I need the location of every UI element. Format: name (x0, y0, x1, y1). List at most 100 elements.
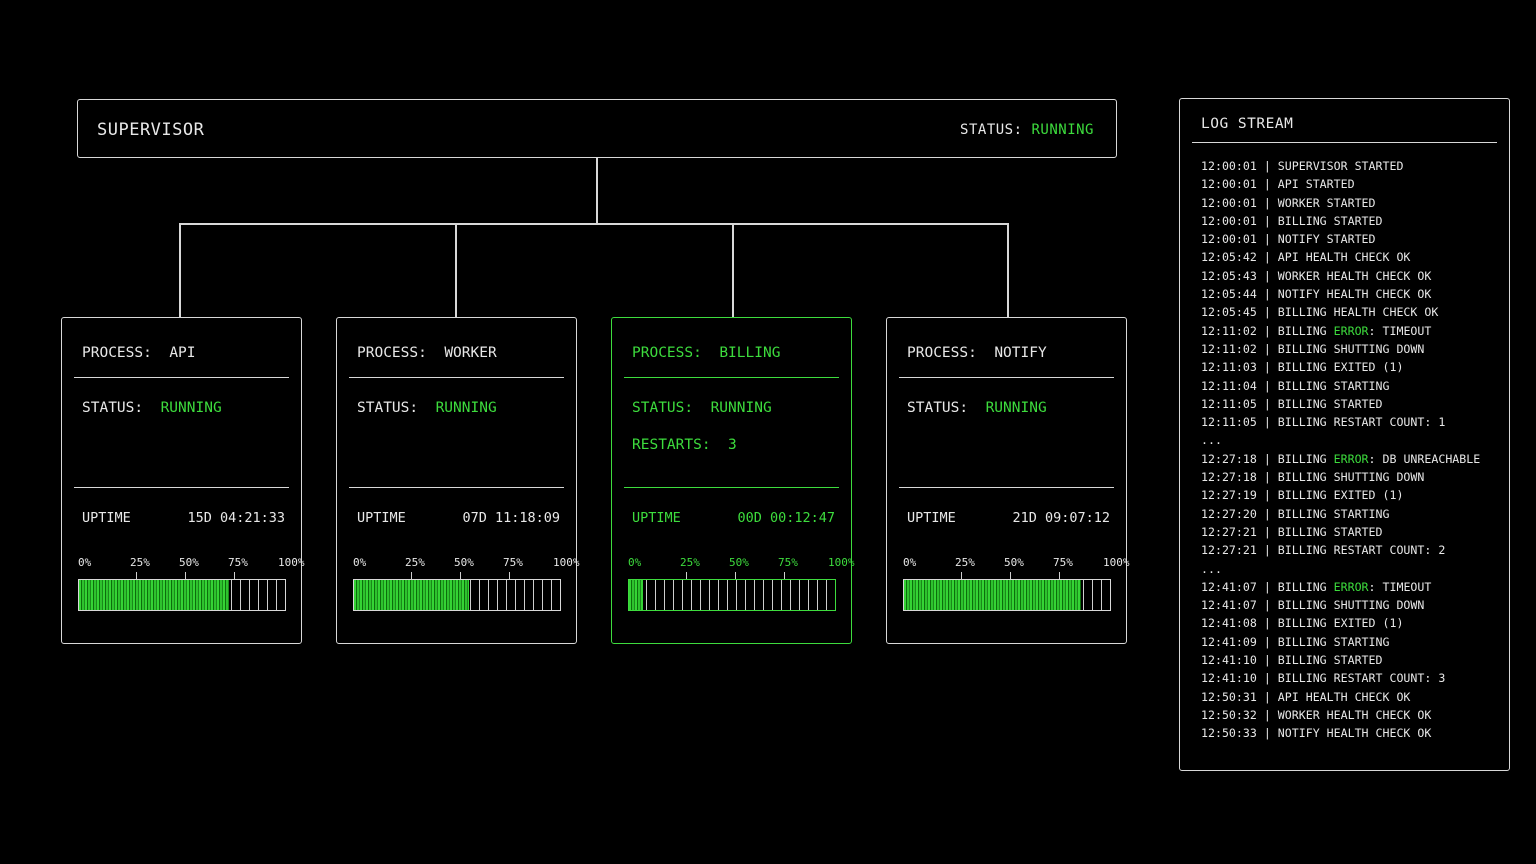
uptime-label: UPTIME (82, 510, 131, 526)
log-message: API HEALTH CHECK OK (1277, 689, 1411, 704)
log-message: WORKER HEALTH CHECK OK (1277, 707, 1432, 722)
progress-tick-label: 0% (903, 556, 917, 569)
log-message: BILLING STARTING (1277, 506, 1390, 521)
log-separator: | (1263, 195, 1271, 210)
log-message: BILLING (1277, 451, 1334, 466)
progress-tick-label: 25% (130, 556, 150, 569)
process-restarts: RESTARTS: 3 (632, 437, 737, 453)
card-divider (349, 487, 564, 488)
process-status: STATUS: RUNNING (907, 400, 1047, 416)
log-message: BILLING SHUTTING DOWN (1277, 341, 1425, 356)
log-time: 12:05:44 (1201, 287, 1257, 302)
log-message: WORKER STARTED (1277, 195, 1376, 210)
log-message: BILLING SHUTTING DOWN (1277, 598, 1425, 613)
log-line: 12:50:32 | WORKER HEALTH CHECK OK (1201, 706, 1511, 724)
log-separator: | (1263, 250, 1271, 265)
uptime-progress-bar (78, 579, 286, 611)
log-time: 12:05:45 (1201, 305, 1257, 320)
process-title: PROCESS: BILLING (632, 345, 780, 361)
card-divider (74, 377, 289, 378)
process-card-notify[interactable]: PROCESS: NOTIFY STATUS: RUNNING UPTIME 21D … (886, 317, 1130, 644)
log-separator: | (1263, 524, 1271, 539)
process-status-label: STATUS: (357, 400, 419, 416)
log-time: 12:41:10 (1201, 653, 1257, 668)
tree-connector-bus (179, 223, 1008, 225)
process-title-label: PROCESS: (82, 345, 152, 361)
uptime-label: UPTIME (357, 510, 406, 526)
uptime-value: 21D 09:07:12 (1012, 510, 1110, 526)
progress-tick-label: 0% (78, 556, 92, 569)
log-message: NOTIFY STARTED (1277, 232, 1376, 247)
log-line: 12:27:21 | BILLING RESTART COUNT: 2 (1201, 541, 1511, 559)
log-message: API HEALTH CHECK OK (1277, 250, 1411, 265)
log-separator: | (1263, 323, 1271, 338)
process-status: STATUS: RUNNING (82, 400, 222, 416)
log-time: 12:05:42 (1201, 250, 1257, 265)
tree-connector-billing (732, 223, 734, 318)
log-separator: | (1263, 415, 1271, 430)
log-ellipsis: ... (1201, 561, 1222, 576)
log-stream-divider (1192, 142, 1497, 143)
progress-tick-label: 50% (729, 556, 749, 569)
log-error-keyword: ERROR (1333, 451, 1369, 466)
uptime-progress-fill (79, 580, 230, 610)
log-separator: | (1263, 213, 1271, 228)
progress-tick-label: 50% (179, 556, 199, 569)
log-message: BILLING EXITED (1) (1277, 616, 1404, 631)
process-status-value: RUNNING (160, 400, 222, 416)
log-stream-title: LOG STREAM (1201, 116, 1294, 132)
card-divider (624, 487, 839, 488)
log-message: BILLING EXITED (1) (1277, 360, 1404, 375)
card-divider (349, 377, 564, 378)
tree-connector-notify (1007, 223, 1009, 318)
uptime-value: 15D 04:21:33 (187, 510, 285, 526)
log-line: 12:41:09 | BILLING STARTING (1201, 633, 1511, 651)
uptime-label: UPTIME (907, 510, 956, 526)
log-separator: | (1263, 177, 1271, 192)
progress-tick-label: 100% (828, 556, 855, 569)
log-time: 12:00:01 (1201, 195, 1257, 210)
log-ellipsis: ... (1201, 433, 1222, 448)
log-separator: | (1263, 378, 1271, 393)
process-card-api[interactable]: PROCESS: API STATUS: RUNNING UPTIME 15D 04:… (61, 317, 305, 644)
card-divider (624, 377, 839, 378)
process-card-worker[interactable]: PROCESS: WORKER STATUS: RUNNING UPTIME 07D … (336, 317, 580, 644)
process-card-billing[interactable]: PROCESS: BILLING STATUS: RUNNING RESTARTS:… (611, 317, 855, 644)
log-line: 12:00:01 | SUPERVISOR STARTED (1201, 157, 1511, 175)
log-message: BILLING STARTED (1277, 213, 1383, 228)
log-message: BILLING STARTED (1277, 396, 1383, 411)
progress-tick-label: 50% (454, 556, 474, 569)
log-separator: | (1263, 543, 1271, 558)
log-time: 12:41:09 (1201, 634, 1257, 649)
log-line: 12:00:01 | API STARTED (1201, 175, 1511, 193)
uptime-progress-bar (628, 579, 836, 611)
log-line: 12:00:01 | WORKER STARTED (1201, 194, 1511, 212)
log-message-tail: : TIMEOUT (1368, 323, 1432, 338)
process-name: NOTIFY (994, 345, 1047, 361)
process-restarts-label: RESTARTS: (632, 437, 711, 453)
log-separator: | (1263, 360, 1271, 375)
log-stream-panel: LOG STREAM 12:00:01 | SUPERVISOR STARTED… (1179, 98, 1510, 771)
progress-scale: 0% 25% 50% 75% 100% (353, 556, 580, 570)
log-separator: | (1263, 598, 1271, 613)
log-message: BILLING STARTING (1277, 634, 1390, 649)
log-separator: | (1263, 707, 1271, 722)
process-status-label: STATUS: (632, 400, 694, 416)
log-message: NOTIFY HEALTH CHECK OK (1277, 287, 1432, 302)
log-line: 12:27:18 | BILLING SHUTTING DOWN (1201, 468, 1511, 486)
log-time: 12:11:02 (1201, 341, 1257, 356)
log-line: 12:41:10 | BILLING STARTED (1201, 651, 1511, 669)
log-message-tail: : DB UNREACHABLE (1368, 451, 1481, 466)
uptime-progress-fill (629, 580, 644, 610)
log-time: 12:50:31 (1201, 689, 1257, 704)
uptime-value: 07D 11:18:09 (462, 510, 560, 526)
uptime-progress-bar (353, 579, 561, 611)
log-separator: | (1263, 671, 1271, 686)
uptime-progress-fill (354, 580, 470, 610)
process-title-label: PROCESS: (357, 345, 427, 361)
log-time: 12:27:20 (1201, 506, 1257, 521)
log-time: 12:11:03 (1201, 360, 1257, 375)
log-time: 12:00:01 (1201, 213, 1257, 228)
log-message: SUPERVISOR STARTED (1277, 159, 1404, 173)
log-message: NOTIFY HEALTH CHECK OK (1277, 726, 1432, 741)
